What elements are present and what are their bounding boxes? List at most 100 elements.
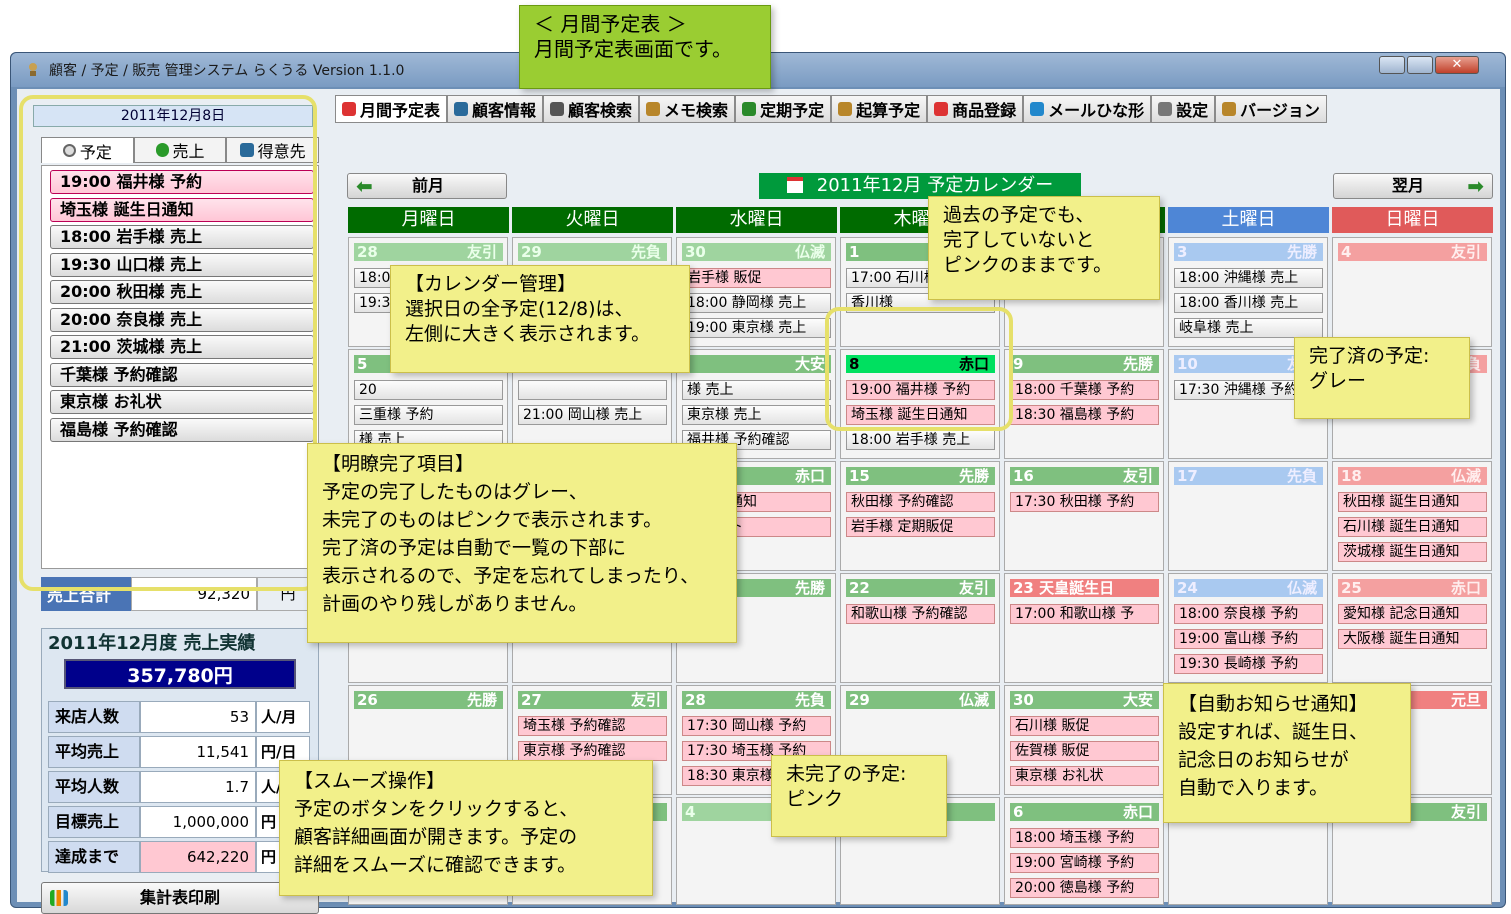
day-header: 28 先負 xyxy=(682,691,831,709)
tab-1[interactable]: 顧客情報 xyxy=(447,95,544,123)
tab-2[interactable]: 顧客検索 xyxy=(543,95,640,123)
event-button[interactable]: 秋田様 予約確認 xyxy=(846,492,995,512)
event-button[interactable]: 石川様 誕生日通知 xyxy=(1338,517,1487,537)
day-number: 3 xyxy=(1177,243,1188,261)
event-button[interactable]: 三重様 予約 xyxy=(354,405,503,425)
event-button[interactable]: 19:00 東京様 売上 xyxy=(682,318,831,338)
memo-icon xyxy=(646,102,661,116)
event-button[interactable]: 18:00 沖縄様 売上 xyxy=(1174,268,1323,288)
event-button[interactable]: 様 売上 xyxy=(682,380,831,400)
minimize-button[interactable] xyxy=(1379,56,1405,74)
rokuyo: 先勝 xyxy=(958,467,989,485)
event-button[interactable]: 18:30 福島様 予約 xyxy=(1010,405,1159,425)
tab-3[interactable]: メモ検索 xyxy=(639,95,736,123)
event-button[interactable]: 東京様 予約確認 xyxy=(518,741,667,761)
rokuyo: 赤口 xyxy=(794,467,825,485)
event-button[interactable]: 茨城様 誕生日通知 xyxy=(1338,542,1487,562)
day-cell[interactable]: 18 仏滅 秋田様 誕生日通知 石川様 誕生日通知 茨城様 誕生日通知 xyxy=(1332,461,1492,571)
day-number: 22 xyxy=(849,579,870,597)
event-button[interactable]: 18:00 奈良様 予約 xyxy=(1174,604,1323,624)
event-button[interactable]: 大阪様 誕生日通知 xyxy=(1338,629,1487,649)
day-header: 16 友引 xyxy=(1010,467,1159,485)
day-cell[interactable]: 6 赤口 18:00 埼玉様 予約 19:00 宮崎様 予約 20:00 徳島様 予約 xyxy=(1004,797,1164,905)
day-cell[interactable]: 15 先勝 秋田様 予約確認 岩手様 定期販促 xyxy=(840,461,1000,571)
event-button[interactable]: 18:00 岩手様 売上 xyxy=(846,430,995,450)
day-cell[interactable]: 30 大安 石川様 販促 佐賀様 販促 東京様 お礼状 xyxy=(1004,685,1164,795)
event-button[interactable]: 岩手様 販促 xyxy=(682,268,831,288)
window-title: 顧客 / 予定 / 販売 管理システム らくうる Version 1.1.0 xyxy=(49,63,405,79)
event-button[interactable]: 愛知様 記念日通知 xyxy=(1338,604,1487,624)
event-button[interactable]: 岐阜様 売上 xyxy=(1174,318,1323,338)
left-panel-highlight xyxy=(19,95,317,591)
event-button[interactable]: 18:00 香川様 売上 xyxy=(1174,293,1323,313)
event-button[interactable]: 19:30 長崎様 予約 xyxy=(1174,654,1323,674)
day-cell[interactable]: 9 先勝 18:00 千葉様 予約 18:30 福島様 予約 xyxy=(1004,349,1164,459)
event-button[interactable]: 20:00 徳島様 予約 xyxy=(1010,878,1159,898)
tab-label: バージョン xyxy=(1240,101,1320,120)
day-cell[interactable]: 30 仏滅 岩手様 販促 18:00 静岡様 売上 19:00 東京様 売上 xyxy=(676,237,836,347)
tab-6[interactable]: 商品登録 xyxy=(927,95,1024,123)
day-cell[interactable]: 3 先勝 18:00 沖縄様 売上 18:00 香川様 売上 岐阜様 売上 xyxy=(1168,237,1328,347)
event-button[interactable]: 21:00 岡山様 売上 xyxy=(518,405,667,425)
tab-5[interactable]: 起算予定 xyxy=(831,95,928,123)
stat-label: 平均人数 xyxy=(48,771,140,803)
tab-0[interactable]: 月間予定表 xyxy=(335,95,448,123)
rokuyo: 先勝 xyxy=(1122,355,1153,373)
event-button[interactable]: 19:00 宮崎様 予約 xyxy=(1010,853,1159,873)
event-button[interactable]: 東京様 売上 xyxy=(682,405,831,425)
event-button[interactable]: 和歌山様 予約確認 xyxy=(846,604,995,624)
print-summary-label: 集計表印刷 xyxy=(139,888,220,907)
event-button[interactable] xyxy=(518,380,667,400)
day-number: 1 xyxy=(849,243,860,261)
event-button[interactable]: 佐賀様 販促 xyxy=(1010,741,1159,761)
weekday-header: 日曜日 xyxy=(1332,207,1493,233)
day-cell[interactable]: 25 赤口 愛知様 記念日通知 大阪様 誕生日通知 xyxy=(1332,573,1492,683)
tab-9[interactable]: バージョン xyxy=(1215,95,1327,123)
tab-4[interactable]: 定期予定 xyxy=(735,95,832,123)
event-button[interactable]: 埼玉様 予約確認 xyxy=(518,716,667,736)
stat-value: 1,000,000 xyxy=(140,806,256,838)
maximize-button[interactable] xyxy=(1407,56,1433,74)
weekday-header: 土曜日 xyxy=(1168,207,1329,233)
day-cell[interactable]: 16 友引 17:30 秋田様 予約 xyxy=(1004,461,1164,571)
day-number: 28 xyxy=(685,691,706,709)
event-button[interactable]: 20 xyxy=(354,380,503,400)
close-button[interactable]: ✕ xyxy=(1435,56,1479,74)
day-header: 22 友引 xyxy=(846,579,995,597)
day-number: 29 xyxy=(849,691,870,709)
day-cell[interactable]: 22 友引和歌山様 予約確認 xyxy=(840,573,1000,683)
event-button[interactable]: 石川様 販促 xyxy=(1010,716,1159,736)
event-button[interactable]: 秋田様 誕生日通知 xyxy=(1338,492,1487,512)
rokuyo: 大安 xyxy=(1122,691,1153,709)
event-button[interactable]: 東京様 お礼状 xyxy=(1010,766,1159,786)
day-cell[interactable]: 17 先負 xyxy=(1168,461,1328,571)
event-button[interactable]: 18:00 千葉様 予約 xyxy=(1010,380,1159,400)
callout-pending: 未完了の予定: ピンク xyxy=(771,755,947,837)
print-summary-button[interactable]: 集計表印刷 xyxy=(41,882,319,914)
event-button[interactable]: 18:00 静岡様 売上 xyxy=(682,293,831,313)
next-month-label: 翌月 xyxy=(1392,176,1425,195)
day-cell[interactable]: 23 天皇誕生日 17:00 和歌山様 予 xyxy=(1004,573,1164,683)
weekday-header: 月曜日 xyxy=(348,207,509,233)
day-cell[interactable]: 4 友引 xyxy=(1332,237,1492,347)
tab-7[interactable]: メールひな形 xyxy=(1023,95,1152,123)
prev-month-button[interactable]: ⬅ 前月 xyxy=(347,173,507,199)
calendar-icon xyxy=(786,177,803,193)
event-button[interactable]: 17:30 秋田様 予約 xyxy=(1010,492,1159,512)
day-number: 10 xyxy=(1177,355,1198,373)
event-button[interactable]: 17:00 和歌山様 予 xyxy=(1010,604,1159,624)
day-cell[interactable]: 24 仏滅 18:00 奈良様 予約 19:00 富山様 予約 19:30 長崎様 予約 xyxy=(1168,573,1328,683)
tab-label: 起算予定 xyxy=(856,101,921,120)
day-number: 29 xyxy=(521,243,542,261)
tab-8[interactable]: 設定 xyxy=(1151,95,1216,123)
event-button[interactable]: 岩手様 定期販促 xyxy=(846,517,995,537)
rokuyo: 元旦 xyxy=(1450,691,1481,709)
next-month-button[interactable]: 翌月 ➡ xyxy=(1333,173,1493,199)
search-icon xyxy=(550,102,565,116)
stat-label: 目標売上 xyxy=(48,806,140,838)
event-button[interactable]: 18:00 埼玉様 予約 xyxy=(1010,828,1159,848)
day-header: 6 赤口 xyxy=(1010,803,1159,821)
day-header: 28 友引 xyxy=(354,243,503,261)
event-button[interactable]: 19:00 富山様 予約 xyxy=(1174,629,1323,649)
event-button[interactable]: 17:30 岡山様 予約 xyxy=(682,716,831,736)
